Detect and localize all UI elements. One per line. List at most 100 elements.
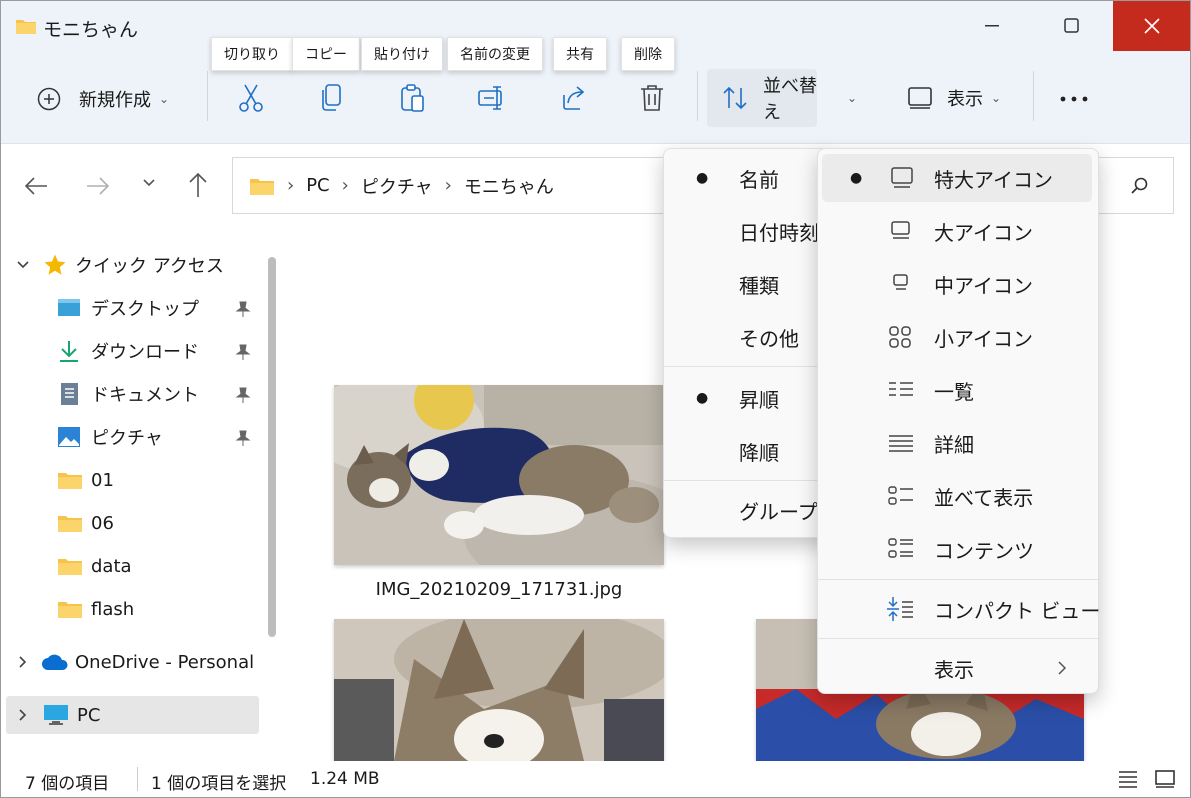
new-button[interactable]: 新規作成 ⌄: [37, 85, 169, 113]
file-thumbnail[interactable]: [334, 385, 664, 565]
compact-view-toggle[interactable]: コンパクト ビュー: [818, 585, 1100, 633]
search-box[interactable]: [1086, 157, 1174, 214]
toolbar-divider: [1033, 71, 1034, 121]
sort-by-other[interactable]: その他: [664, 313, 832, 361]
sidebar-item-downloads[interactable]: ダウンロード: [57, 331, 199, 371]
up-button[interactable]: [185, 171, 211, 199]
selected-bullet: ●: [850, 170, 863, 186]
share-button[interactable]: [559, 83, 587, 113]
sidebar-item-06[interactable]: 06: [57, 503, 114, 543]
sidebar-item-flash[interactable]: flash: [57, 589, 134, 629]
paste-button[interactable]: [399, 83, 427, 113]
menu-item-label: 並べて表示: [934, 485, 1034, 510]
delete-button[interactable]: [639, 83, 665, 113]
share-icon: [559, 83, 587, 113]
breadcrumb-pictures[interactable]: ピクチャ: [361, 173, 433, 199]
sidebar-scrollbar[interactable]: [268, 257, 276, 637]
tooltip-rename: 名前の変更: [447, 37, 543, 71]
cat-photo-image: [334, 385, 664, 565]
tooltip-delete: 削除: [621, 37, 675, 71]
view-details[interactable]: 詳細: [818, 419, 1098, 467]
menu-item-label: 日付時刻: [739, 220, 819, 245]
file-thumbnail[interactable]: [334, 619, 664, 761]
back-button[interactable]: [23, 173, 49, 199]
details-view-toggle[interactable]: [1117, 769, 1139, 789]
breadcrumb-current[interactable]: モニちゃん: [464, 173, 554, 199]
sort-button[interactable]: 並べ替え: [707, 69, 817, 127]
computer-icon: [43, 703, 69, 727]
sort-by-name[interactable]: ● 名前: [664, 154, 832, 202]
sort-ascending[interactable]: ● 昇順: [664, 374, 832, 422]
view-tiles[interactable]: 並べて表示: [818, 472, 1098, 520]
chevron-down-icon: ⌄: [847, 91, 858, 105]
menu-item-label: 種類: [739, 273, 779, 298]
sidebar-item-label: 01: [91, 469, 114, 491]
medium-icons-icon: [891, 273, 911, 295]
breadcrumb-pc[interactable]: PC: [306, 175, 329, 196]
recent-locations-button[interactable]: [141, 175, 157, 191]
large-icons-view-toggle[interactable]: [1154, 769, 1176, 789]
menu-item-label: 小アイコン: [934, 326, 1033, 351]
chevron-right-icon: ›: [287, 175, 295, 196]
sidebar-quick-access[interactable]: クイック アクセス: [15, 245, 224, 285]
file-name[interactable]: IMG_20210209_171731.jpg: [334, 579, 664, 600]
plus-circle-icon: [37, 87, 61, 111]
sidebar-pc[interactable]: PC: [15, 695, 100, 735]
close-icon: [1144, 18, 1160, 34]
show-submenu[interactable]: 表示: [818, 644, 1098, 692]
toolbar-divider: [207, 71, 208, 121]
selection-count: 1 個の項目を選択: [151, 774, 287, 794]
pin-icon: [234, 343, 252, 361]
sidebar-item-data[interactable]: data: [57, 546, 132, 586]
window-title: モニちゃん: [43, 19, 139, 41]
view-content[interactable]: コンテンツ: [818, 525, 1098, 573]
chevron-right-icon: [1056, 660, 1068, 676]
status-bar: 7 個の項目 1 個の項目を選択 1.24 MB: [1, 761, 1190, 797]
paste-icon: [399, 83, 427, 113]
sidebar-item-documents[interactable]: ドキュメント: [57, 374, 199, 414]
sort-by-date[interactable]: 日付時刻: [664, 207, 832, 255]
maximize-button[interactable]: [1043, 1, 1101, 51]
more-button[interactable]: [1059, 85, 1089, 113]
menu-divider: [664, 480, 832, 481]
menu-item-label: 特大アイコン: [934, 167, 1053, 192]
large-icons-icon: [890, 220, 912, 242]
sidebar-onedrive[interactable]: OneDrive - Personal: [15, 642, 254, 682]
folder-icon: [249, 176, 275, 196]
rename-button[interactable]: [477, 83, 507, 113]
group-by[interactable]: グループ化: [664, 486, 838, 534]
chevron-down-icon: [141, 175, 157, 191]
minimize-button[interactable]: [963, 1, 1021, 51]
sort-by-type[interactable]: 種類: [664, 260, 832, 308]
sidebar-item-desktop[interactable]: デスクトップ: [57, 288, 199, 328]
copy-button[interactable]: [319, 83, 345, 113]
forward-button[interactable]: [85, 173, 111, 199]
view-large-icons[interactable]: 大アイコン: [818, 207, 1098, 255]
toolbar-divider: [697, 71, 698, 121]
copy-icon: [319, 83, 345, 113]
arrow-right-icon: [85, 173, 111, 199]
view-button[interactable]: 表示 ⌄: [907, 85, 1001, 111]
view-small-icons[interactable]: 小アイコン: [818, 313, 1098, 361]
sort-label: 並べ替え: [763, 76, 817, 123]
tooltip-paste: 貼り付け: [361, 37, 443, 71]
details-icon: [888, 433, 914, 453]
pictures-icon: [57, 425, 81, 449]
sidebar-item-01[interactable]: 01: [57, 460, 114, 500]
view-extra-large-icons[interactable]: ● 特大アイコン: [822, 154, 1092, 202]
sidebar-item-label: デスクトップ: [91, 299, 199, 320]
sort-descending[interactable]: 降順: [664, 427, 832, 475]
sort-menu: ● 名前 日付時刻 種類 その他 ● 昇順 降順 グループ化: [663, 148, 838, 538]
sidebar-item-label: ドキュメント: [91, 385, 199, 406]
close-button[interactable]: [1113, 1, 1190, 51]
tiles-icon: [888, 485, 914, 507]
view-medium-icons[interactable]: 中アイコン: [818, 260, 1098, 308]
search-icon: [1131, 177, 1149, 195]
chevron-right-icon: ›: [444, 175, 452, 196]
menu-item-label: 昇順: [739, 387, 779, 412]
view-list[interactable]: 一覧: [818, 366, 1098, 414]
folder-icon: [57, 599, 83, 619]
sidebar-item-pictures[interactable]: ピクチャ: [57, 417, 163, 457]
view-label: 表示: [947, 89, 983, 110]
cut-button[interactable]: [237, 83, 265, 113]
